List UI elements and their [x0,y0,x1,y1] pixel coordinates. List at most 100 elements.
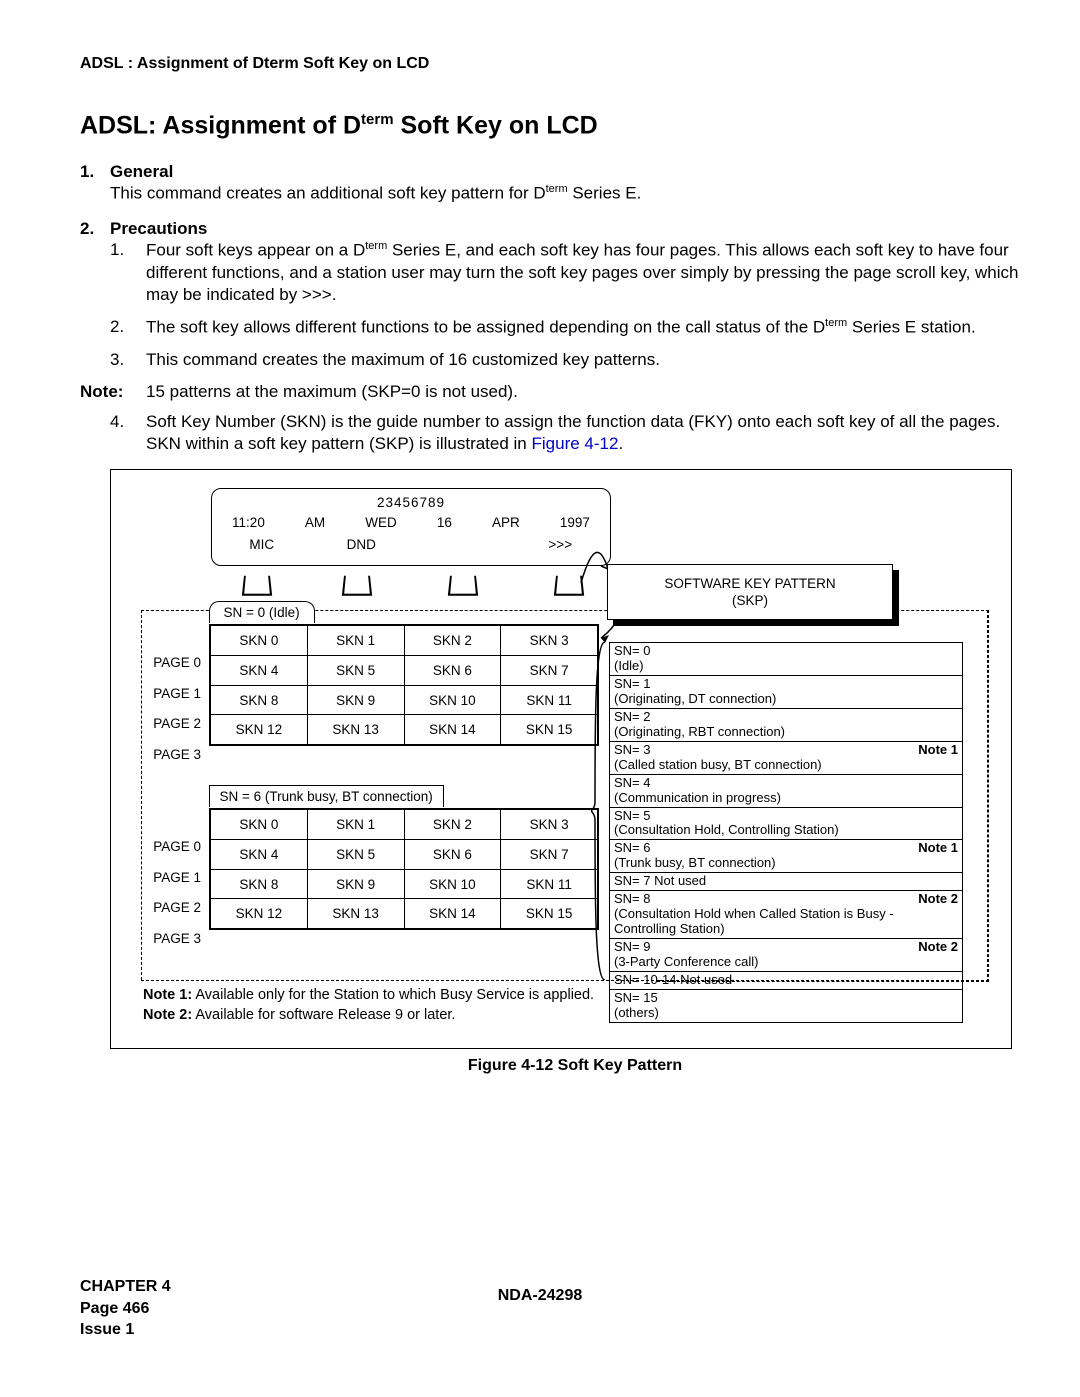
skn-cell: SKN 3 [501,810,598,840]
figure-caption: Figure 4-12 Soft Key Pattern [110,1057,1040,1075]
precaution-2: 2. The soft key allows different functio… [110,316,1020,339]
section-2-num: 2. [80,219,110,239]
footer-page: Page 466 [80,1298,171,1320]
section-2-head: Precautions [110,219,207,239]
p2-text: The soft key allows different functions … [146,316,1020,339]
sn-table-1: SN = 0 (Idle) SKN 0SKN 1SKN 2SKN 3 SKN 4… [209,624,599,746]
section-1-num: 1. [80,162,110,182]
sn-list-row: SN= 2(Originating, RBT connection) [610,709,962,742]
note-label: Note: [80,381,146,403]
skp-box: SOFTWARE KEY PATTERN (SKP) [607,564,893,620]
skn-cell: SKN 6 [404,655,501,685]
sn-table-1-header: SN = 0 (Idle) [209,601,315,623]
footer-issue: Issue 1 [80,1319,171,1341]
lcd-row-2: 11:20 AM WED 16 APR 1997 [212,515,610,530]
skn-cell: SKN 1 [307,626,404,656]
p3-num: 3. [110,349,146,371]
sn-list-row: SN= 1(Originating, DT connection) [610,676,962,709]
fig-note-2-label: Note 2: [143,1007,192,1023]
precaution-4: 4. Soft Key Number (SKN) is the guide nu… [110,411,1020,455]
lcd-day: 16 [437,515,452,530]
p4-num: 4. [110,411,146,455]
sn-table-2-header: SN = 6 (Trunk busy, BT connection) [209,785,444,807]
lcd-dow: WED [365,515,397,530]
skn-cell: SKN 7 [501,655,598,685]
lcd-ampm: AM [305,515,325,530]
sn-list-row: SN= 6Note 1(Trunk busy, BT connection) [610,840,962,873]
lcd-sk2: DND [312,537,412,552]
page-label: PAGE 1 [141,679,201,710]
p2-b: Series E station. [847,318,976,337]
p2-num: 2. [110,316,146,339]
sn-list-row: SN= 5(Consultation Hold, Controlling Sta… [610,808,962,841]
skn-cell: SKN 14 [404,899,501,929]
sn-note-ref: Note 2 [918,940,958,955]
skn-cell: SKN 5 [307,655,404,685]
s1-body-b: Series E. [568,184,642,203]
note-text: 15 patterns at the maximum (SKP=0 is not… [146,381,518,403]
page-label: PAGE 3 [141,740,201,771]
sn-list-row: SN= 9Note 2(3-Party Conference call) [610,939,962,972]
page-footer: CHAPTER 4 Page 466 Issue 1 [80,1276,171,1341]
fig-note-2-text: Available for software Release 9 or late… [192,1007,455,1023]
page-labels-2: PAGE 0 PAGE 1 PAGE 2 PAGE 3 [141,832,201,954]
sn-table-2: SN = 6 (Trunk busy, BT connection) SKN 0… [209,808,599,930]
title-prefix: ADSL: Assignment of D [80,111,361,139]
lcd-sk3 [411,537,511,552]
sn-list-row: SN= 3Note 1(Called station busy, BT conn… [610,742,962,775]
skn-cell: SKN 4 [211,655,308,685]
skn-cell: SKN 14 [404,715,501,745]
p4-text: Soft Key Number (SKN) is the guide numbe… [146,411,1020,455]
skn-cell: SKN 10 [404,685,501,715]
p1-a: Four soft keys appear on a D [146,241,365,260]
keycap-icon [554,576,584,596]
figure-link[interactable]: Figure 4-12 [532,434,619,453]
dashed-right-edge [987,610,988,982]
page-label: PAGE 2 [141,709,201,740]
skn-cell: SKN 8 [211,685,308,715]
page-label: PAGE 0 [141,832,201,863]
page-label: PAGE 1 [141,863,201,894]
p1-text: Four soft keys appear on a Dterm Series … [146,239,1020,306]
sn-list-row: SN= 7 Not used [610,873,962,891]
keycap-icon [448,576,478,596]
p3-text: This command creates the maximum of 16 c… [146,349,1020,371]
skn-cell: SKN 9 [307,685,404,715]
skn-cell: SKN 13 [307,899,404,929]
sn-list-row: SN= 4(Communication in progress) [610,775,962,808]
s1-body-sup: term [546,183,568,195]
p2-sup: term [825,317,847,329]
page-label: PAGE 3 [141,924,201,955]
p1-sup: term [365,240,387,252]
page-title: ADSL: Assignment of Dterm Soft Key on LC… [80,111,1020,140]
skn-cell: SKN 10 [404,869,501,899]
title-suffix: Soft Key on LCD [394,111,598,139]
precaution-1: 1. Four soft keys appear on a Dterm Seri… [110,239,1020,306]
lcd-month: APR [492,515,520,530]
sn-list-row: SN= 0(Idle) [610,643,962,676]
skn-cell: SKN 2 [404,810,501,840]
keycap-icon [242,576,272,596]
sn-grid-1: SKN 0SKN 1SKN 2SKN 3 SKN 4SKN 5SKN 6SKN … [210,625,598,745]
skn-cell: SKN 0 [211,626,308,656]
note-row: Note: 15 patterns at the maximum (SKP=0 … [80,381,1020,403]
page-label: PAGE 0 [141,648,201,679]
sn-list-row: SN= 10-14 Not used [610,972,962,990]
skn-cell: SKN 5 [307,839,404,869]
lcd-sk1: MIC [212,537,312,552]
skn-cell: SKN 11 [501,869,598,899]
lcd-row-3: MIC DND >>> [212,537,610,552]
skn-cell: SKN 9 [307,869,404,899]
skn-cell: SKN 8 [211,869,308,899]
skn-cell: SKN 12 [211,715,308,745]
fig-note-1-label: Note 1: [143,987,192,1003]
skn-cell: SKN 1 [307,810,404,840]
skn-cell: SKN 2 [404,626,501,656]
skn-cell: SKN 11 [501,685,598,715]
skp-box-l2: (SKP) [608,593,892,608]
skn-cell: SKN 13 [307,715,404,745]
s1-body-a: This command creates an additional soft … [110,184,546,203]
sn-note-ref: Note 2 [918,892,958,907]
sn-grid-2: SKN 0SKN 1SKN 2SKN 3 SKN 4SKN 5SKN 6SKN … [210,809,598,929]
figure-4-12: 23456789 11:20 AM WED 16 APR 1997 MIC DN… [110,469,1012,1049]
